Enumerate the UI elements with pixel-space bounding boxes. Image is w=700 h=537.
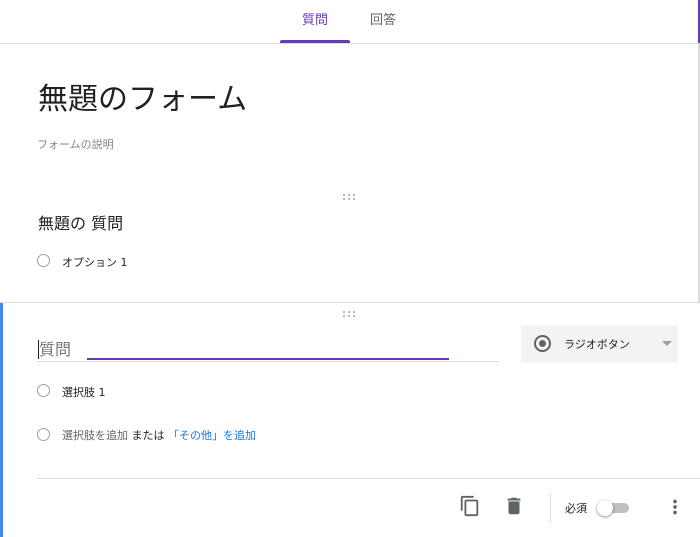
text-cursor [38,340,39,359]
question-type-label: ラジオボタン [564,338,630,351]
or-text: または [131,429,165,442]
drag-handle-icon[interactable] [343,311,357,317]
add-option-link[interactable]: 選択肢を追加 [62,429,128,442]
required-label: 必須 [565,502,587,515]
radio-icon [37,254,50,267]
trash-icon[interactable] [503,495,525,517]
question-type-dropdown[interactable]: ラジオボタン [521,325,678,363]
add-option-row: 選択肢を追加 または 「その他」を追加 [62,427,256,443]
drag-handle-icon[interactable] [343,194,357,200]
form-description-field[interactable]: フォームの説明 [37,136,114,152]
radio-icon [37,384,50,397]
tab-bar: 質問 回答 [0,0,700,44]
more-vert-icon[interactable] [664,496,686,518]
option-label[interactable]: オプション 1 [62,254,128,270]
copy-icon[interactable] [459,495,481,517]
dropdown-caret-icon [662,341,672,346]
tab-responses[interactable]: 回答 [355,0,411,43]
form-title[interactable]: 無題のフォーム [38,74,247,118]
footer-divider [37,478,700,479]
question-title[interactable]: 無題の 質問 [38,210,123,234]
radio-button-icon [534,335,551,352]
tab-questions[interactable]: 質問 [280,0,350,43]
required-toggle[interactable] [597,500,631,516]
input-focus-underline [87,358,449,360]
footer-separator [550,493,551,523]
add-other-link[interactable]: 「その他」を追加 [168,429,256,442]
radio-icon [37,428,50,441]
option-label[interactable]: 選択肢 1 [62,384,106,400]
active-tab-indicator [280,40,350,43]
active-card-indicator [0,303,3,537]
toggle-knob [597,500,613,516]
